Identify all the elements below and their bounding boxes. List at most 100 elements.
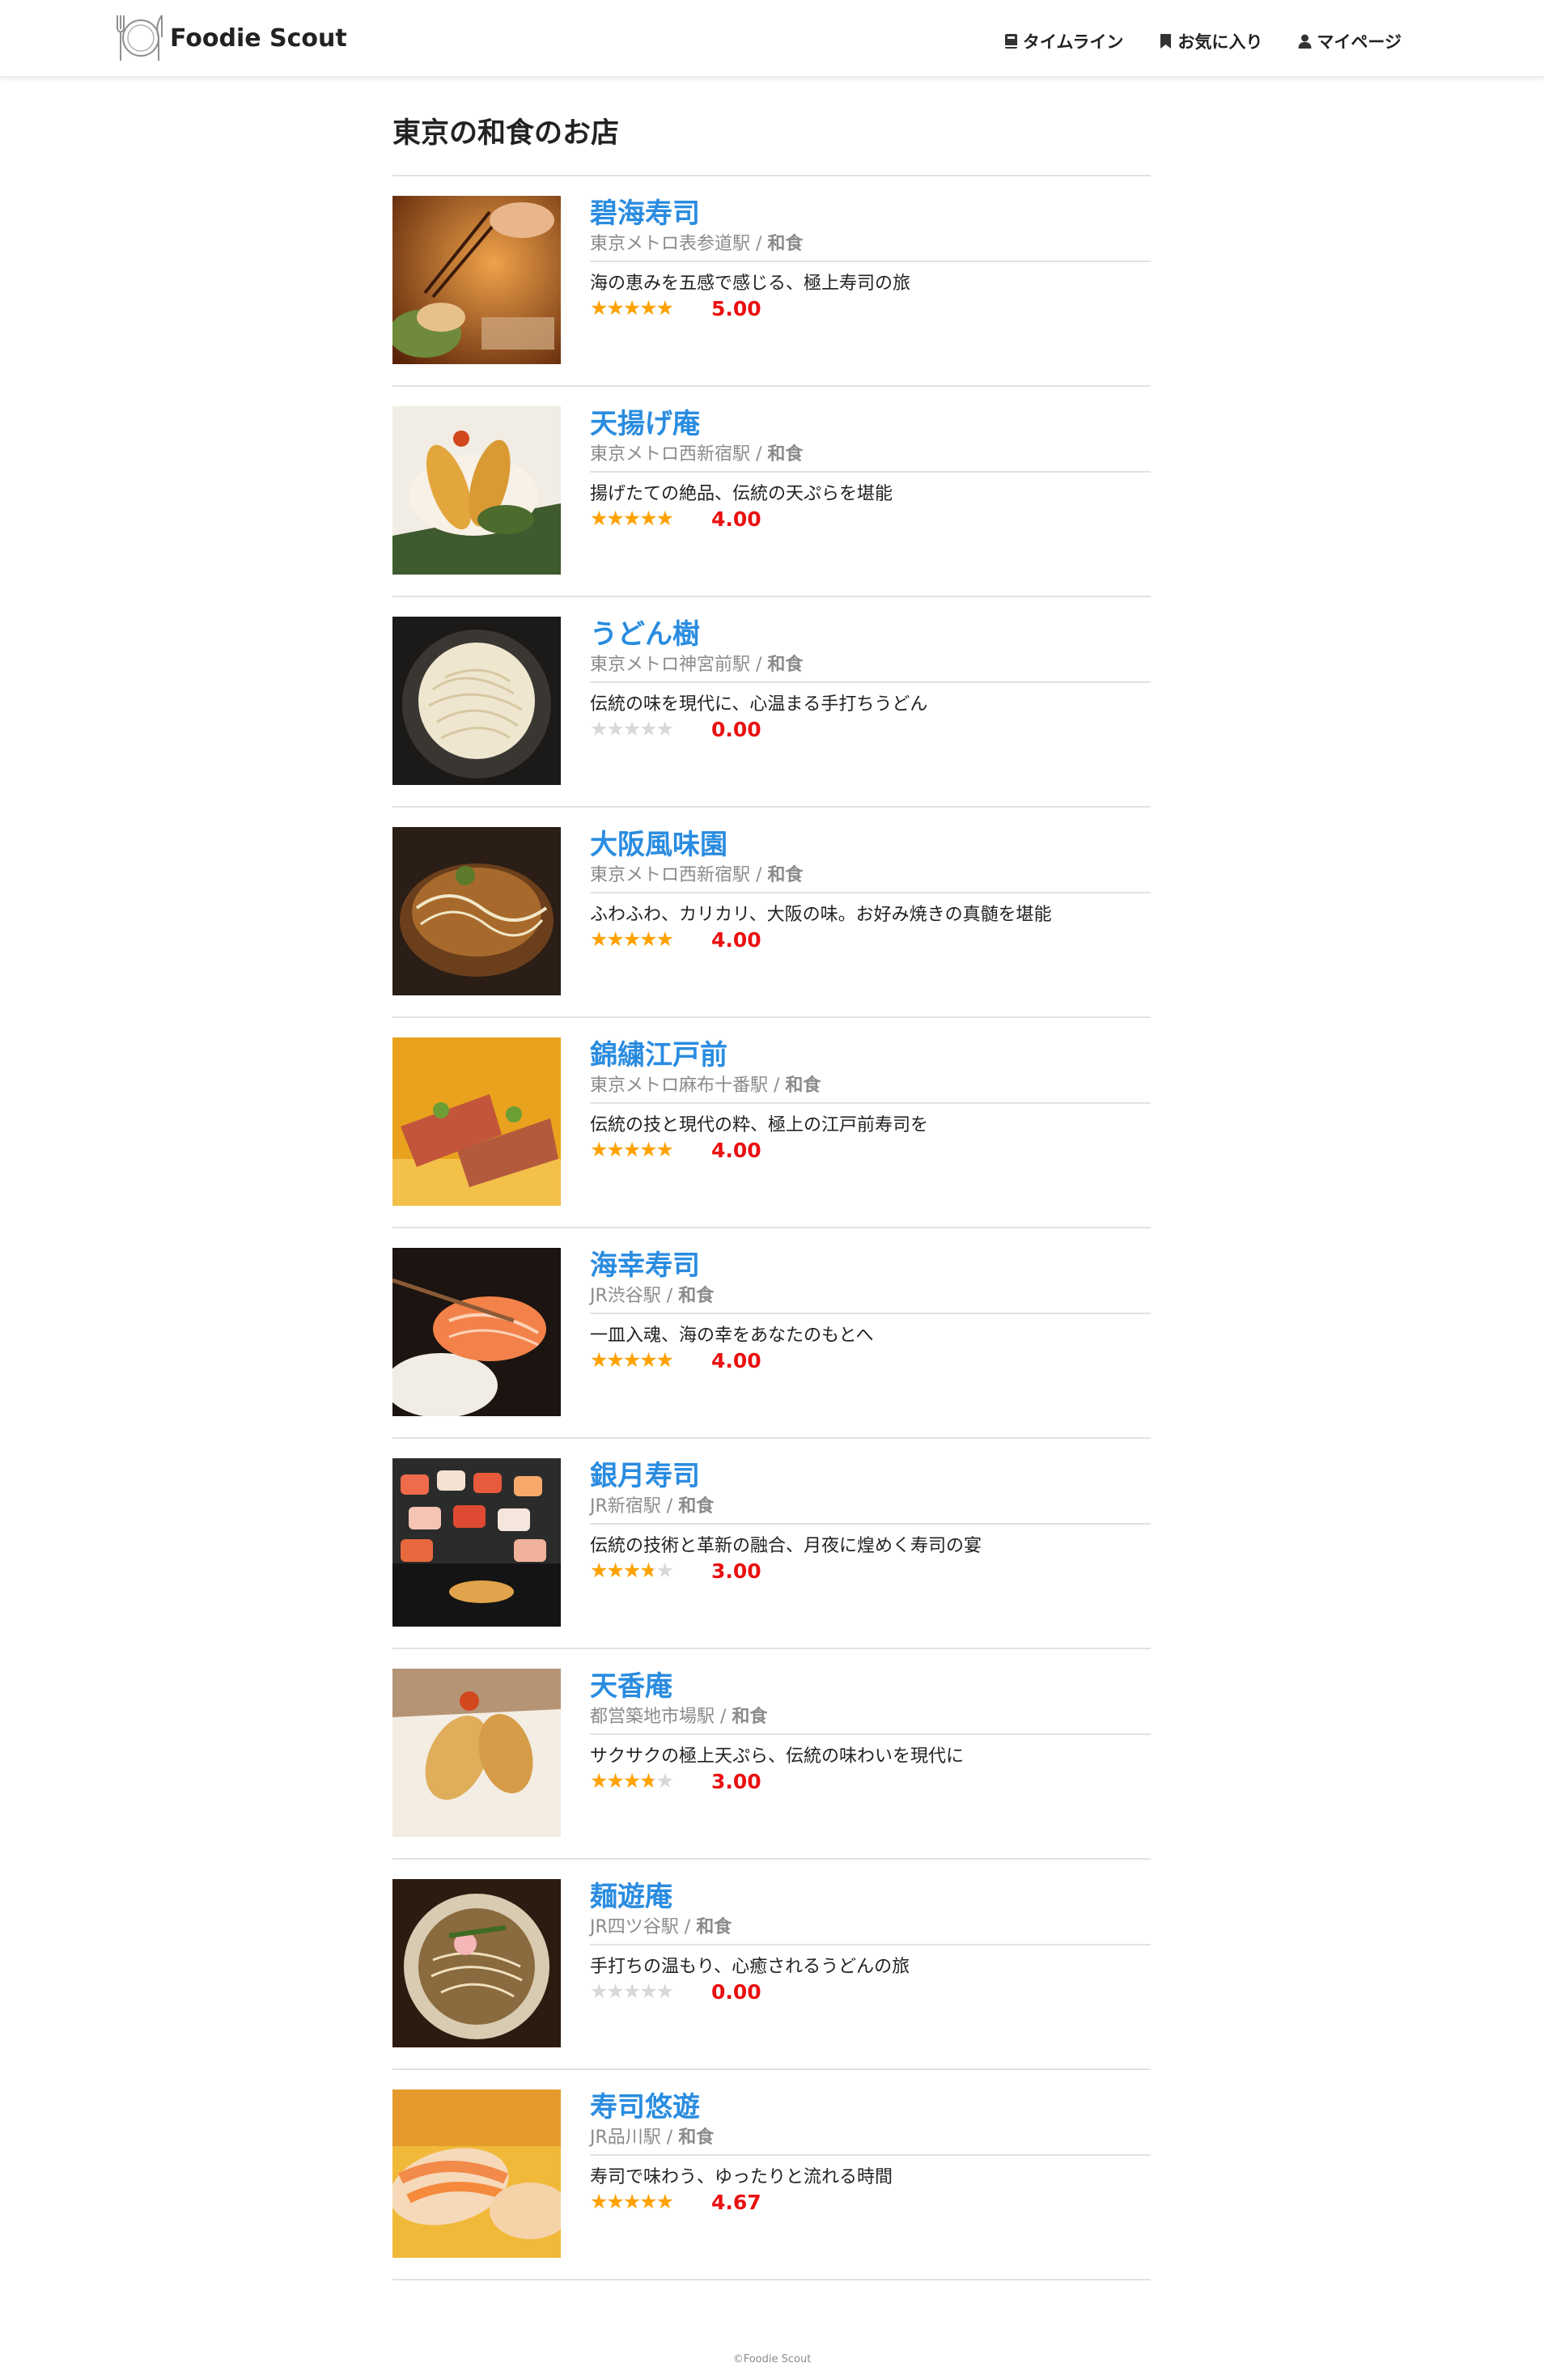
restaurant-meta: JR渋谷駅 / 和食: [590, 1283, 1151, 1314]
restaurant-name[interactable]: 錦繍江戸前: [590, 1037, 1151, 1073]
restaurant-photo[interactable]: [392, 1037, 561, 1206]
restaurant-station: 東京メトロ西新宿駅: [590, 865, 751, 885]
restaurant-item: うどん樹 東京メトロ神宮前駅 / 和食 伝統の味を現代に、心温まる手打ちうどん …: [392, 597, 1151, 808]
restaurant-photo[interactable]: [392, 617, 561, 785]
restaurant-item: 海幸寿司 JR渋谷駅 / 和食 一皿入魂、海の幸をあなたのもとへ ★★★★★ ★…: [392, 1228, 1151, 1439]
star-rating: ★★★★★ ★★★★★: [590, 1979, 695, 2004]
footer-copyright: ©Foodie Scout: [732, 2353, 812, 2365]
restaurant-meta: 東京メトロ西新宿駅 / 和食: [590, 442, 1151, 473]
logo[interactable]: Foodie Scout: [113, 13, 347, 63]
nav-favorites[interactable]: お気に入り: [1159, 29, 1262, 53]
restaurant-description: ふわふわ、カリカリ、大阪の味。お好み焼きの真髄を堪能: [590, 905, 1052, 925]
restaurant-rating: ★★★★★ ★★★★★ 0.00: [590, 717, 1151, 741]
restaurant-description: 揚げたての絶品、伝統の天ぷらを堪能: [590, 484, 893, 504]
restaurant-info: 大阪風味園 東京メトロ西新宿駅 / 和食 ふわふわ、カリカリ、大阪の味。お好み焼…: [590, 827, 1151, 952]
rating-score: 0.00: [711, 717, 761, 741]
bookmark-icon: [1160, 34, 1172, 49]
restaurant-category: 和食: [732, 1707, 768, 1727]
rating-score: 4.00: [711, 1348, 761, 1372]
meta-separator: /: [660, 2128, 679, 2148]
plate-cutlery-icon: [117, 15, 163, 61]
restaurant-item: 寿司悠遊 JR品川駅 / 和食 寿司で味わう、ゆったりと流れる時間 ★★★★★ …: [392, 2070, 1151, 2280]
meta-separator: /: [768, 1075, 786, 1096]
star-rating: ★★★★★ ★★★★★: [590, 927, 695, 952]
restaurant-name[interactable]: 麺遊庵: [590, 1879, 1151, 1915]
restaurant-name[interactable]: 大阪風味園: [590, 827, 1151, 863]
nav-mypage[interactable]: マイページ: [1298, 29, 1402, 53]
restaurant-meta: 東京メトロ麻布十番駅 / 和食: [590, 1073, 1151, 1104]
site-header: Foodie Scout タイムライン お気に入り マイページ: [0, 0, 1544, 77]
restaurant-rating: ★★★★★ ★★★★★ 3.00: [590, 1559, 1151, 1583]
restaurant-name[interactable]: 海幸寿司: [590, 1248, 1151, 1283]
restaurant-name[interactable]: 天揚げ庵: [590, 406, 1151, 442]
restaurant-category: 和食: [767, 234, 804, 254]
stars-empty: ★★★★★: [590, 717, 674, 740]
restaurant-photo[interactable]: [392, 196, 561, 364]
restaurant-category: 和食: [767, 865, 804, 885]
restaurant-photo[interactable]: [392, 1458, 561, 1627]
stars-filled: ★★★★★: [590, 927, 674, 951]
restaurant-photo[interactable]: [392, 1669, 561, 1837]
restaurant-item: 錦繍江戸前 東京メトロ麻布十番駅 / 和食 伝統の技と現代の粋、極上の江戸前寿司…: [392, 1018, 1151, 1228]
meta-separator: /: [715, 1707, 732, 1727]
restaurant-station: 東京メトロ西新宿駅: [590, 444, 751, 465]
restaurant-item: 天香庵 都営築地市場駅 / 和食 サクサクの極上天ぷら、伝統の味わいを現代に ★…: [392, 1649, 1151, 1860]
restaurant-item: 銀月寿司 JR新宿駅 / 和食 伝統の技術と革新の融合、月夜に煌めく寿司の宴 ★…: [392, 1439, 1151, 1649]
restaurant-category: 和食: [678, 1496, 715, 1517]
restaurant-station: JR新宿駅: [590, 1496, 661, 1517]
restaurant-info: 天香庵 都営築地市場駅 / 和食 サクサクの極上天ぷら、伝統の味わいを現代に ★…: [590, 1669, 1151, 1793]
star-rating: ★★★★★ ★★★★★: [590, 1138, 695, 1162]
stars-filled: ★★★★★: [590, 1769, 653, 1792]
stars-filled: ★★★★★: [590, 1559, 653, 1582]
restaurant-photo[interactable]: [392, 406, 561, 575]
restaurant-photo[interactable]: [392, 1879, 561, 2047]
restaurant-station: JR品川駅: [590, 2128, 661, 2148]
nav-timeline[interactable]: タイムライン: [1004, 29, 1123, 53]
meta-separator: /: [678, 1917, 697, 1937]
logo-text: Foodie Scout: [170, 23, 347, 53]
stars-filled: ★★★★★: [590, 2190, 674, 2213]
stars-filled: ★★★★★: [590, 296, 674, 320]
restaurant-meta: 東京メトロ神宮前駅 / 和食: [590, 652, 1151, 683]
meta-separator: /: [750, 444, 768, 465]
meta-separator: /: [660, 1496, 679, 1517]
rating-score: 3.00: [711, 1769, 761, 1793]
star-rating: ★★★★★ ★★★★★: [590, 296, 695, 320]
restaurant-name[interactable]: うどん樹: [590, 617, 1151, 652]
restaurant-info: 麺遊庵 JR四ツ谷駅 / 和食 手打ちの温もり、心癒されるうどんの旅 ★★★★★…: [590, 1879, 1151, 2004]
restaurant-info: うどん樹 東京メトロ神宮前駅 / 和食 伝統の味を現代に、心温まる手打ちうどん …: [590, 617, 1151, 741]
user-icon: [1298, 34, 1312, 49]
page-title: 東京の和食のお店: [392, 117, 620, 150]
restaurant-item: 碧海寿司 東京メトロ表参道駅 / 和食 海の恵みを五感で感じる、極上寿司の旅 ★…: [392, 176, 1151, 387]
restaurant-meta: 東京メトロ表参道駅 / 和食: [590, 231, 1151, 262]
stars-filled: ★★★★★: [590, 1138, 674, 1161]
restaurant-station: 東京メトロ麻布十番駅: [590, 1075, 769, 1096]
rating-score: 4.67: [711, 2190, 761, 2214]
main-content: 東京の和食のお店 碧海寿司 東京メトロ表参道駅 / 和食 海の恵みを五感で感じる…: [392, 112, 1151, 2280]
restaurant-info: 海幸寿司 JR渋谷駅 / 和食 一皿入魂、海の幸をあなたのもとへ ★★★★★ ★…: [590, 1248, 1151, 1372]
restaurant-name[interactable]: 寿司悠遊: [590, 2089, 1151, 2125]
restaurant-description: 伝統の技と現代の粋、極上の江戸前寿司を: [590, 1115, 929, 1135]
restaurant-station: 都営築地市場駅: [590, 1707, 715, 1727]
restaurant-name[interactable]: 碧海寿司: [590, 196, 1151, 231]
restaurant-category: 和食: [678, 1286, 715, 1306]
restaurant-name[interactable]: 銀月寿司: [590, 1458, 1151, 1494]
restaurant-description: サクサクの極上天ぷら、伝統の味わいを現代に: [590, 1746, 965, 1767]
restaurant-info: 寿司悠遊 JR品川駅 / 和食 寿司で味わう、ゆったりと流れる時間 ★★★★★ …: [590, 2089, 1151, 2214]
rating-score: 5.00: [711, 296, 761, 320]
restaurant-rating: ★★★★★ ★★★★★ 4.00: [590, 1138, 1151, 1162]
rating-score: 4.00: [711, 1138, 761, 1162]
restaurant-photo[interactable]: [392, 2089, 561, 2258]
stars-empty: ★★★★★: [590, 1979, 674, 2003]
restaurant-photo[interactable]: [392, 827, 561, 995]
restaurant-meta: JR新宿駅 / 和食: [590, 1494, 1151, 1525]
restaurant-station: JR渋谷駅: [590, 1286, 661, 1306]
restaurant-info: 碧海寿司 東京メトロ表参道駅 / 和食 海の恵みを五感で感じる、極上寿司の旅 ★…: [590, 196, 1151, 320]
restaurant-category: 和食: [767, 444, 804, 465]
restaurant-name[interactable]: 天香庵: [590, 1669, 1151, 1704]
restaurant-meta: 都営築地市場駅 / 和食: [590, 1704, 1151, 1735]
restaurant-category: 和食: [678, 2128, 715, 2148]
restaurant-category: 和食: [785, 1075, 821, 1096]
meta-separator: /: [750, 655, 768, 675]
restaurant-photo[interactable]: [392, 1248, 561, 1416]
